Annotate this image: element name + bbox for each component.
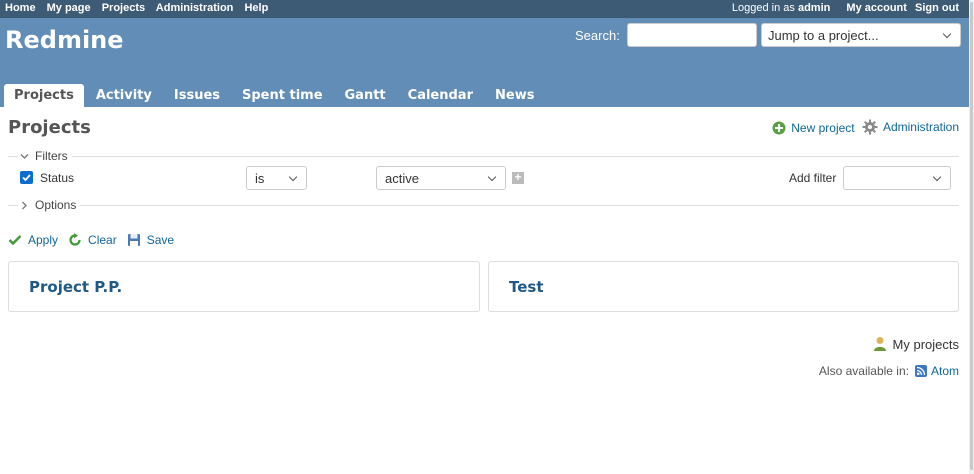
project-box: Project P.P. (8, 261, 480, 312)
clear-button[interactable]: Clear (68, 233, 117, 247)
sign-out-link[interactable]: Sign out (915, 2, 959, 14)
main-menu: Projects Activity Issues Spent time Gantt Cal… (4, 84, 546, 107)
page-title: Projects (8, 117, 91, 138)
new-project-link[interactable]: New project (772, 121, 855, 135)
status-operator-value: is (255, 171, 265, 186)
chevron-right-icon (22, 201, 27, 209)
new-project-label: New project (791, 121, 855, 135)
my-projects-label: My projects (892, 336, 959, 352)
contextual-actions: New project Administration (768, 119, 959, 138)
query-buttons: Apply Clear Save (8, 233, 184, 247)
tab-spent-time[interactable]: Spent time (232, 84, 333, 107)
app-title: Redmine (5, 26, 124, 54)
tab-activity[interactable]: Activity (86, 84, 162, 107)
options-divider (8, 205, 959, 206)
top-menu-help[interactable]: Help (244, 2, 268, 14)
administration-link[interactable]: Administration (862, 119, 959, 135)
status-value-select[interactable]: active (376, 166, 506, 190)
project-link[interactable]: Test (509, 278, 544, 296)
project-jump-label: Jump to a project... (768, 28, 879, 43)
checkmark-icon (8, 235, 22, 246)
apply-button[interactable]: Apply (8, 233, 58, 247)
gear-icon (862, 119, 878, 135)
feed-icon (914, 365, 927, 377)
checkmark-icon (22, 174, 31, 182)
account-links: Logged in as admin My account Sign out (732, 2, 959, 14)
filters-fieldset: Filters (8, 149, 959, 163)
filters-divider (8, 156, 959, 157)
save-button[interactable]: Save (127, 233, 174, 247)
chevron-down-icon (942, 29, 952, 39)
project-box: Test (488, 261, 959, 312)
save-label: Save (146, 233, 175, 247)
chevron-down-icon (487, 172, 497, 182)
tab-news[interactable]: News (485, 84, 544, 107)
options-legend-label: Options (35, 198, 77, 212)
top-menu-my-page[interactable]: My page (47, 2, 91, 14)
status-filter-label: Status (40, 171, 75, 185)
add-icon (772, 121, 786, 135)
logged-in-prefix: Logged in as (731, 2, 795, 14)
top-menu-home[interactable]: Home (5, 2, 36, 14)
also-available-label: Also available in: (818, 364, 909, 378)
status-value: active (385, 171, 419, 186)
my-projects-legend: My projects (873, 336, 959, 352)
content: Projects New project Administration Filt… (0, 107, 969, 474)
filters-toggle[interactable]: Filters (18, 149, 72, 163)
chevron-down-icon (20, 153, 29, 159)
my-account-link[interactable]: My account (846, 2, 907, 14)
search-label: Search: (575, 28, 620, 43)
logged-in-as: Logged in as admin (732, 2, 830, 14)
tab-issues[interactable]: Issues (164, 84, 230, 107)
other-formats: Also available in: Atom (819, 364, 959, 378)
scrollbar-thumb[interactable] (970, 2, 973, 470)
atom-feed-link[interactable]: Atom (931, 364, 959, 378)
status-operator-select[interactable]: is (246, 166, 307, 190)
top-menu-links: Home My page Projects Administration Hel… (5, 2, 276, 14)
top-menu-projects[interactable]: Projects (102, 2, 145, 14)
status-filter-checkbox[interactable] (20, 171, 33, 184)
add-filter-select[interactable] (843, 166, 951, 190)
project-jump-select[interactable]: Jump to a project... (761, 23, 961, 47)
options-fieldset: Options (8, 198, 959, 212)
floppy-disk-icon (127, 234, 140, 246)
status-filter-row: Status is active + Add filter (20, 166, 959, 190)
current-user-link[interactable]: admin (798, 2, 830, 14)
tab-calendar[interactable]: Calendar (398, 84, 483, 107)
top-menu: Home My page Projects Administration Hel… (0, 0, 969, 18)
administration-label: Administration (882, 120, 959, 134)
apply-label: Apply (28, 233, 59, 247)
filters-legend-label: Filters (35, 149, 68, 163)
add-filter-label: Add filter (789, 171, 837, 185)
user-icon (873, 337, 886, 351)
top-menu-administration[interactable]: Administration (156, 2, 234, 14)
chevron-down-icon (288, 172, 298, 182)
project-link[interactable]: Project P.P. (29, 278, 122, 296)
options-toggle[interactable]: Options (18, 198, 81, 212)
reload-icon (69, 233, 81, 246)
clear-label: Clear (88, 233, 117, 247)
search-input[interactable] (627, 23, 757, 47)
tab-gantt[interactable]: Gantt (335, 84, 396, 107)
tab-projects[interactable]: Projects (4, 84, 84, 107)
toggle-multiselect-icon[interactable]: + (512, 171, 524, 184)
chevron-down-icon (932, 172, 942, 182)
